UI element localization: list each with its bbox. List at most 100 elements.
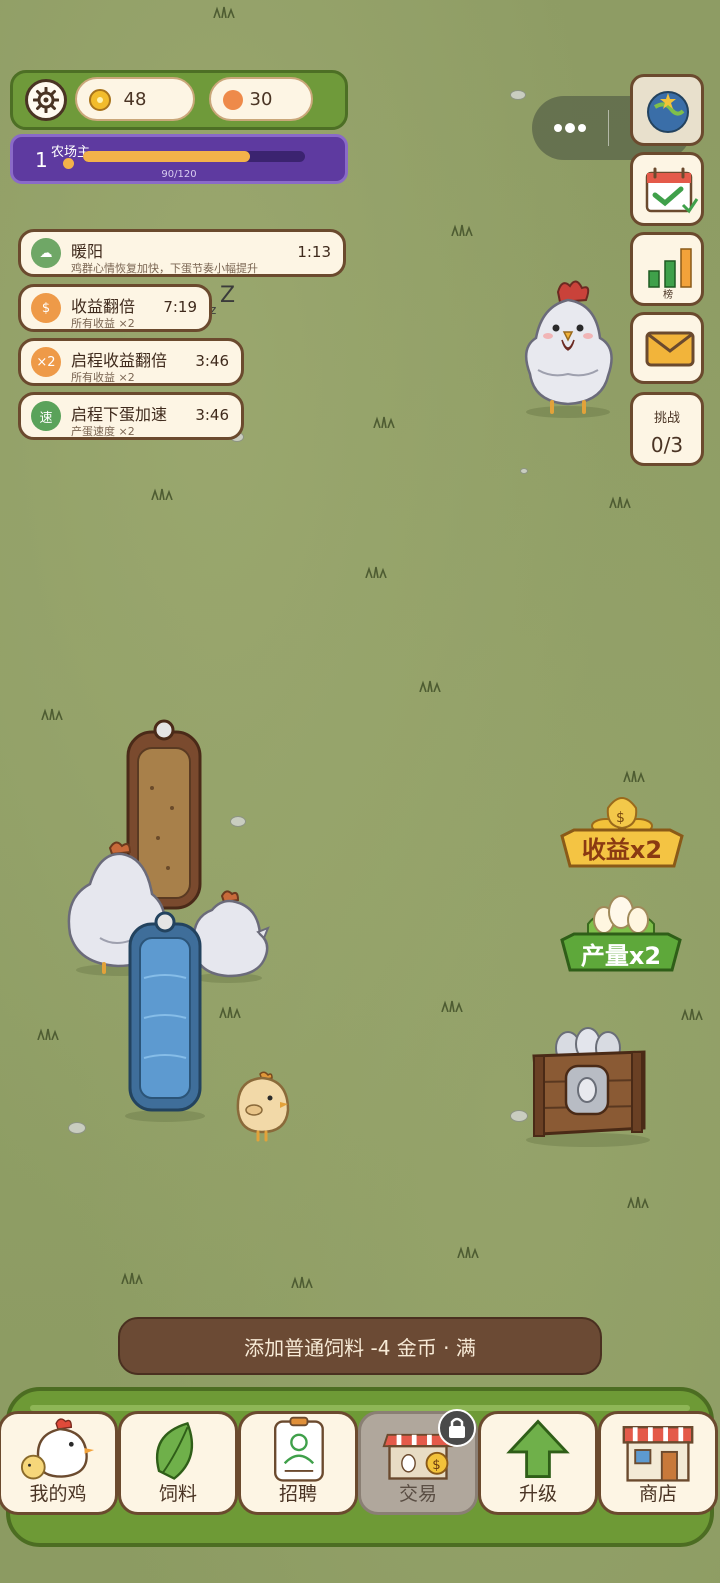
challenge-count: 0/3 [650,433,684,457]
output-x2-label: 产量x2 [580,942,662,970]
buff-desc: 所有收益 ×2 [71,317,135,330]
nav-label: 饲料 [158,1483,197,1505]
leaderboard-button[interactable]: 榜 [630,232,704,306]
level-bar[interactable]: 1 农场主 90/120 [10,134,348,184]
nav-label: 招聘 [278,1483,317,1505]
buff-timer: 1:13 [297,243,331,261]
gem-amount: 30 [249,88,273,110]
leaf-icon [155,1421,194,1480]
buff-desc: 鸡群心情恢复加快，下蛋节奏小幅提升 [71,262,258,275]
nav-label: 商店 [638,1483,677,1505]
recruit-card-icon [274,1416,324,1482]
buff-timer: 3:46 [195,352,229,370]
cloud-sun-icon: ☁ [31,238,61,268]
challenge-button[interactable]: 挑战 0/3 [630,392,704,466]
chick[interactable] [232,1070,294,1142]
output-x2-badge[interactable]: 产量x2 [558,890,684,980]
coin-icon [89,89,111,111]
nav-label: 交易 [398,1483,437,1505]
grass-tuft [627,1196,649,1208]
orange-gem-icon [223,90,243,110]
chicken-icon [20,1418,95,1480]
challenge-label: 挑战 [653,411,680,426]
shop-icon [622,1426,694,1482]
svg-text:$: $ [616,810,625,826]
buff-desc: 产蛋速度 ×2 [71,425,135,438]
pebble [230,816,246,827]
buff-item[interactable]: $ 收益翻倍 所有收益 ×2 7:19 [18,284,212,332]
xp-progress-fill [83,151,250,162]
nav-upgrade[interactable]: 升级 [478,1411,598,1515]
globe-button[interactable] [630,74,704,146]
nav-my-chickens[interactable]: 我的鸡 [0,1411,118,1515]
income-x2-label: 收益x2 [581,836,663,864]
mail-button[interactable] [630,312,704,384]
calendar-checkin-button[interactable] [630,152,704,226]
nav-recruit[interactable]: 招聘 [238,1411,358,1515]
gear-icon [33,87,59,113]
pebble [510,90,526,100]
buff-name: 启程下蛋加速 [71,405,168,424]
grass-tuft [451,224,473,236]
globe-icon [647,91,689,133]
grass-tuft [457,1246,479,1258]
buff-name: 收益翻倍 [71,297,136,316]
buff-name: 启程收益翻倍 [71,351,168,370]
rooster[interactable] [512,278,624,420]
income-x2-badge[interactable]: $ 收益x2 [556,788,688,878]
calendar-check-icon [645,167,699,214]
grass-tuft [291,1276,313,1288]
grass-tuft [609,496,631,508]
grass-tuft [623,770,645,782]
buff-item[interactable]: ×2 启程收益翻倍 所有收益 ×2 3:46 [18,338,244,386]
grass-tuft [373,416,395,428]
bar-chart-icon [648,248,692,288]
envelope-icon [645,331,695,367]
buff-item[interactable]: ☁ 暖阳 鸡群心情恢复加快，下蛋节奏小幅提升 1:13 [18,229,346,277]
svg-text:Z: Z [220,283,235,308]
coin-counter[interactable]: 48 [75,77,195,121]
water-trough[interactable] [124,908,206,1124]
lock-icon [438,1409,476,1447]
buff-timer: 3:46 [195,406,229,424]
xp-knob [63,158,74,169]
arrow-up-icon [506,1419,570,1479]
nav-shop[interactable]: 商店 [598,1411,718,1515]
grass-tuft [37,1028,59,1040]
resource-bar: 48 30 [10,70,348,130]
grass-tuft [213,6,235,18]
nav-label: 我的鸡 [29,1483,87,1505]
speed-icon: 速 [31,401,61,431]
pebble [520,468,528,474]
egg-crate[interactable] [520,1024,656,1148]
grass-tuft [681,1008,703,1020]
gem-counter[interactable]: 30 [209,77,313,121]
xp-text: 90/120 [161,169,197,180]
nav-highlight [30,1405,690,1411]
more-dots-icon[interactable] [550,116,590,140]
feed-toast: 添加普通饲料 -4 金币 · 满 [118,1317,602,1375]
grass-tuft [441,1000,463,1012]
coin-amount: 48 [123,88,147,110]
buff-name: 暖阳 [71,242,104,261]
xp-progress-track [83,151,305,162]
grass-tuft [365,566,387,578]
settings-button[interactable] [25,79,67,121]
nav-feed[interactable]: 饲料 [118,1411,238,1515]
grass-tuft [419,680,441,692]
leaderboard-label: 榜 [663,290,673,301]
buff-timer: 7:19 [163,298,197,316]
svg-text:$: $ [432,1458,440,1473]
buff-item[interactable]: 速启程下蛋加速 产蛋速度 ×2 3:46 [18,392,244,440]
x2-icon: ×2 [31,347,61,377]
grass-tuft [219,1006,241,1018]
grass-tuft [121,1272,143,1284]
buff-desc: 所有收益 ×2 [71,371,135,384]
grass-tuft [41,708,63,720]
capsule-divider [608,110,609,146]
nav-label: 升级 [518,1483,557,1505]
pebble [68,1122,86,1134]
nav-trade[interactable]: $ 交易 [358,1409,478,1515]
grass-tuft [151,488,173,500]
dollar-icon: $ [31,293,61,323]
